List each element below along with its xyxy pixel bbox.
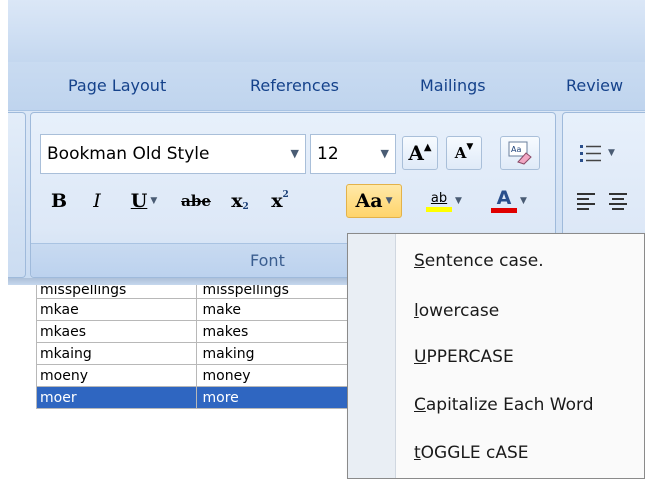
subscript-mark-icon: 2 bbox=[242, 202, 249, 212]
tab-page-layout[interactable]: Page Layout bbox=[68, 76, 166, 95]
chevron-down-icon[interactable]: ▼ bbox=[381, 147, 389, 160]
table-row[interactable]: mkaing making bbox=[37, 343, 376, 365]
menu-item-label: owercase bbox=[418, 301, 500, 321]
table-cell: moer bbox=[37, 387, 197, 408]
table-cell: mkaing bbox=[37, 343, 197, 364]
change-case-button[interactable]: Aa ▼ bbox=[346, 184, 402, 218]
align-left-button[interactable] bbox=[572, 184, 600, 218]
clipboard-group bbox=[8, 112, 26, 278]
font-color-swatch bbox=[491, 208, 518, 213]
font-size-value: 12 bbox=[317, 144, 339, 164]
superscript-mark-icon: 2 bbox=[282, 190, 289, 200]
tab-mailings[interactable]: Mailings bbox=[420, 76, 486, 95]
table-row[interactable]: mkaes makes bbox=[37, 321, 376, 343]
menu-item-label: PPERCASE bbox=[426, 347, 514, 367]
caret-up-icon: ▲ bbox=[423, 141, 432, 153]
autocorrect-table: misspellings misspellings mkae make mkae… bbox=[36, 285, 376, 409]
menu-item-toggle-case[interactable]: tOGGLE cASE bbox=[414, 443, 529, 463]
table-row[interactable]: misspellings misspellings bbox=[37, 285, 376, 299]
svg-text:Aa: Aa bbox=[511, 145, 521, 154]
font-name-value: Bookman Old Style bbox=[47, 144, 210, 164]
menu-item-capitalize-each-word[interactable]: Capitalize Each Word bbox=[414, 395, 594, 415]
menu-item-label: OGGLE cASE bbox=[420, 443, 529, 463]
strikethrough-button[interactable]: abe bbox=[176, 184, 216, 218]
menu-item-sentence-case[interactable]: Sentence case. bbox=[414, 251, 544, 271]
table-cell: misspellings bbox=[37, 285, 197, 298]
highlighter-icon: ab bbox=[426, 191, 453, 212]
superscript-button[interactable]: x2 bbox=[262, 184, 298, 218]
accelerator-key: U bbox=[414, 347, 427, 367]
underline-label: U bbox=[130, 190, 148, 212]
accelerator-key: t bbox=[414, 443, 421, 463]
bullets-button[interactable]: ▼ bbox=[572, 136, 622, 170]
accelerator-key: S bbox=[414, 251, 425, 271]
underline-button[interactable]: U ▼ bbox=[116, 184, 172, 218]
menu-item-lowercase[interactable]: lowercase bbox=[414, 301, 499, 321]
subscript-button[interactable]: x2 bbox=[222, 184, 258, 218]
bold-button[interactable]: B bbox=[42, 184, 76, 218]
shrink-font-button[interactable]: A ▼ bbox=[446, 136, 482, 170]
menu-icon-gutter bbox=[348, 234, 396, 478]
subscript-label: x bbox=[231, 190, 243, 212]
font-group-label: Font bbox=[250, 251, 285, 270]
strikethrough-label: abe bbox=[181, 192, 211, 210]
change-case-label: Aa bbox=[355, 190, 383, 212]
chevron-down-icon[interactable]: ▼ bbox=[150, 196, 157, 206]
clear-formatting-button[interactable]: Aa bbox=[500, 136, 540, 170]
menu-item-label: apitalize Each Word bbox=[425, 395, 594, 415]
shrink-font-label: A bbox=[454, 144, 467, 162]
table-cell: moeny bbox=[37, 365, 197, 386]
superscript-label: x bbox=[271, 190, 283, 212]
text-highlight-button[interactable]: ab ▼ bbox=[414, 184, 474, 218]
grow-font-label: A bbox=[408, 141, 424, 165]
title-bar bbox=[8, 0, 645, 62]
chevron-down-icon[interactable]: ▼ bbox=[520, 196, 527, 206]
accelerator-key: C bbox=[414, 395, 426, 415]
clear-formatting-icon: Aa bbox=[508, 141, 532, 165]
table-row[interactable]: moeny money bbox=[37, 365, 376, 387]
chevron-down-icon[interactable]: ▼ bbox=[291, 147, 299, 160]
tab-references[interactable]: References bbox=[250, 76, 339, 95]
table-cell: mkae bbox=[37, 299, 197, 320]
font-color-icon: A bbox=[491, 189, 518, 213]
align-left-icon bbox=[577, 193, 595, 210]
font-color-button[interactable]: A ▼ bbox=[478, 184, 540, 218]
tab-review[interactable]: Review bbox=[566, 76, 623, 95]
bullet-list-icon bbox=[580, 145, 602, 162]
highlight-color-swatch bbox=[426, 206, 453, 212]
table-cell: mkaes bbox=[37, 321, 197, 342]
chevron-down-icon[interactable]: ▼ bbox=[455, 196, 462, 206]
change-case-menu: Sentence case. lowercase UPPERCASE Capit… bbox=[347, 233, 645, 479]
menu-item-uppercase[interactable]: UPPERCASE bbox=[414, 347, 514, 367]
caret-down-icon: ▼ bbox=[466, 142, 474, 152]
table-row[interactable]: mkae make bbox=[37, 299, 376, 321]
chevron-down-icon[interactable]: ▼ bbox=[386, 196, 393, 206]
align-center-button[interactable] bbox=[604, 184, 632, 218]
font-name-combo[interactable]: Bookman Old Style ▼ bbox=[40, 134, 306, 174]
align-center-icon bbox=[609, 193, 627, 210]
chevron-down-icon[interactable]: ▼ bbox=[608, 148, 615, 158]
grow-font-button[interactable]: A ▲ bbox=[402, 136, 438, 170]
menu-item-label: entence case. bbox=[424, 251, 544, 271]
font-size-combo[interactable]: 12 ▼ bbox=[310, 134, 396, 174]
italic-button[interactable]: I bbox=[80, 184, 114, 218]
table-row-selected[interactable]: moer more bbox=[37, 387, 376, 409]
